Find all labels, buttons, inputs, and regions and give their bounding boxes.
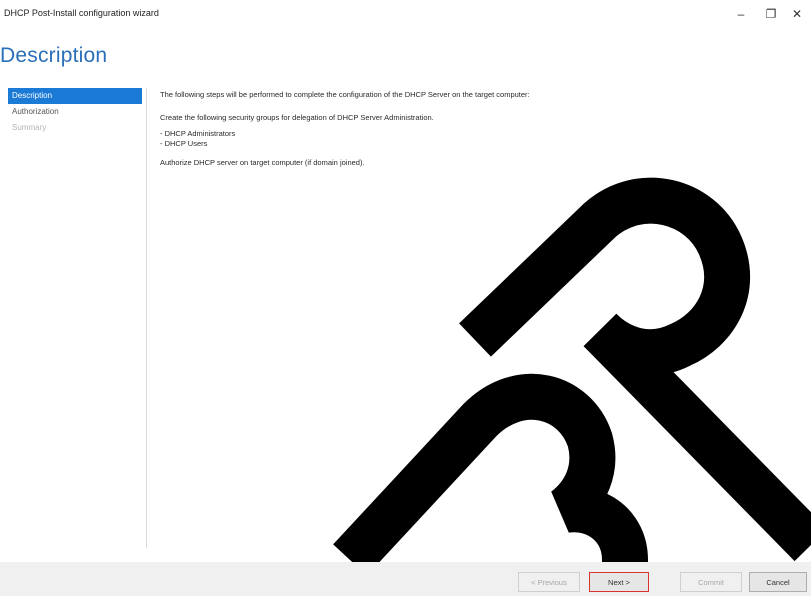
- page-title: Description: [0, 44, 108, 67]
- security-groups-list: - DHCP Administrators - DHCP Users: [160, 129, 800, 149]
- next-button[interactable]: Next >: [589, 572, 649, 592]
- nav-item-description[interactable]: Description: [8, 88, 142, 104]
- window-title: DHCP Post-Install configuration wizard: [4, 8, 159, 18]
- wizard-nav: Description Authorization Summary: [8, 88, 142, 136]
- maximize-button[interactable]: ❐: [758, 2, 784, 26]
- cancel-button[interactable]: Cancel: [749, 572, 807, 592]
- wizard-footer: < Previous Next > Commit Cancel: [0, 562, 811, 596]
- close-button[interactable]: ✕: [784, 2, 810, 26]
- nav-item-summary: Summary: [12, 123, 47, 132]
- authorize-text: Authorize DHCP server on target computer…: [160, 158, 365, 167]
- nav-item-authorization[interactable]: Authorization: [8, 104, 142, 120]
- minimize-button[interactable]: –: [728, 2, 754, 26]
- title-bar: DHCP Post-Install configuration wizard –…: [0, 0, 811, 28]
- list-item: - DHCP Administrators: [160, 129, 236, 138]
- groups-intro-text: Create the following security groups for…: [160, 113, 434, 122]
- intro-text: The following steps will be performed to…: [160, 90, 530, 99]
- previous-button[interactable]: < Previous: [518, 572, 580, 592]
- description-content: The following steps will be performed to…: [160, 90, 800, 167]
- list-item: - DHCP Users: [160, 139, 208, 148]
- nav-divider: [146, 88, 147, 548]
- commit-button[interactable]: Commit: [680, 572, 742, 592]
